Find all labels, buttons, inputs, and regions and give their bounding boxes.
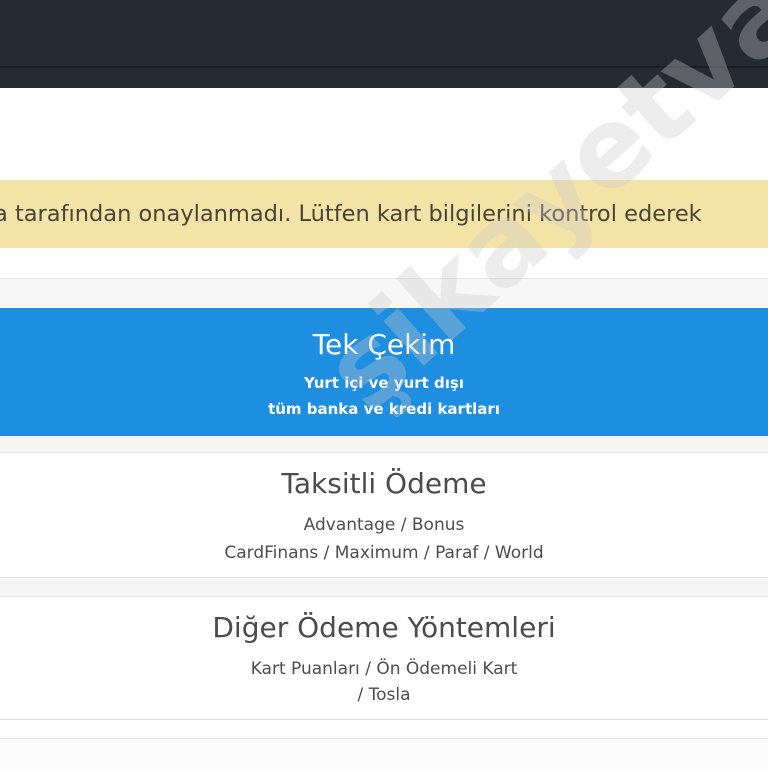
navbar-divider	[0, 66, 768, 68]
option-gap	[0, 578, 768, 596]
single-payment-option[interactable]: Tek Çekim Yurt içi ve yurt dışı tüm bank…	[0, 308, 768, 436]
option-line: Kart Puanları / Ön Ödemeli Kart	[250, 659, 518, 679]
option-title: Tek Çekim	[312, 328, 456, 361]
top-navbar	[0, 0, 768, 88]
option-line: CardFinans / Maximum / Paraf / World	[224, 543, 544, 563]
option-line: Yurt içi ve yurt dışı	[303, 374, 464, 392]
other-payment-methods-option[interactable]: Diğer Ödeme Yöntemleri Kart Puanları / Ö…	[0, 596, 768, 720]
option-title: Diğer Ödeme Yöntemleri	[212, 611, 556, 644]
option-line: Advantage / Bonus	[303, 515, 465, 535]
payment-error-alert: a tarafından onaylanmadı. Lütfen kart bi…	[0, 180, 768, 248]
option-line: tüm banka ve kredi kartları	[268, 400, 500, 418]
option-line: / Tosla	[357, 685, 411, 705]
option-gap	[0, 436, 768, 452]
alert-message: a tarafından onaylanmadı. Lütfen kart bi…	[0, 201, 702, 227]
installment-payment-option[interactable]: Taksitli Ödeme Advantage / Bonus CardFin…	[0, 452, 768, 578]
options-panel-header	[0, 278, 768, 307]
options-panel-footer	[0, 738, 768, 769]
option-title: Taksitli Ödeme	[281, 467, 487, 500]
